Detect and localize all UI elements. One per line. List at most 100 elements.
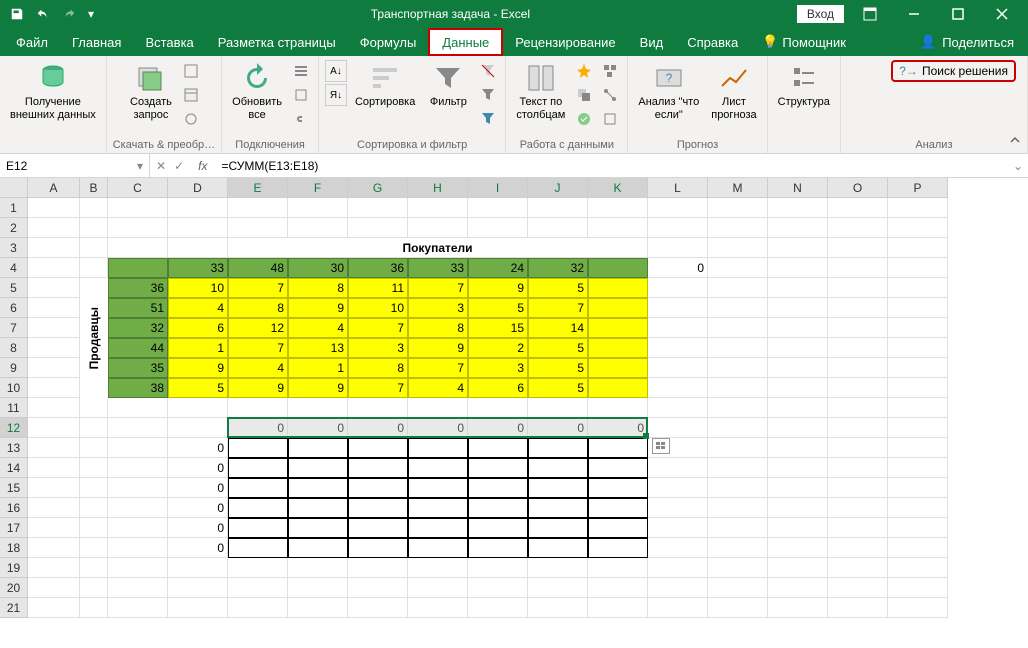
cell-L5[interactable]: [648, 278, 708, 298]
cell-F9[interactable]: 1: [288, 358, 348, 378]
cell-J18[interactable]: [528, 538, 588, 558]
cell-J17[interactable]: [528, 518, 588, 538]
cell-M17[interactable]: [708, 518, 768, 538]
cell-P19[interactable]: [888, 558, 948, 578]
column-header-I[interactable]: I: [468, 178, 528, 198]
cell-P10[interactable]: [888, 378, 948, 398]
cell-D9[interactable]: 9: [168, 358, 228, 378]
cell-L15[interactable]: [648, 478, 708, 498]
cell-I20[interactable]: [468, 578, 528, 598]
row-header-6[interactable]: 6: [0, 298, 28, 318]
cell-M20[interactable]: [708, 578, 768, 598]
cell-I2[interactable]: [468, 218, 528, 238]
cell-A13[interactable]: [28, 438, 80, 458]
remove-duplicates-button[interactable]: [573, 84, 595, 106]
cell-N10[interactable]: [768, 378, 828, 398]
cell-H15[interactable]: [408, 478, 468, 498]
properties-button[interactable]: [290, 84, 312, 106]
cell-M19[interactable]: [708, 558, 768, 578]
cell-C21[interactable]: [108, 598, 168, 618]
cell-H9[interactable]: 7: [408, 358, 468, 378]
name-box[interactable]: ▾: [0, 154, 150, 177]
cell-M14[interactable]: [708, 458, 768, 478]
row-header-2[interactable]: 2: [0, 218, 28, 238]
cell-G11[interactable]: [348, 398, 408, 418]
cell-M9[interactable]: [708, 358, 768, 378]
cell-O12[interactable]: [828, 418, 888, 438]
row-header-14[interactable]: 14: [0, 458, 28, 478]
cell-M13[interactable]: [708, 438, 768, 458]
cell-N14[interactable]: [768, 458, 828, 478]
cell-K4[interactable]: [588, 258, 648, 278]
cell-I7[interactable]: 15: [468, 318, 528, 338]
cell-B14[interactable]: [80, 458, 108, 478]
cell-B17[interactable]: [80, 518, 108, 538]
show-queries-button[interactable]: [180, 60, 202, 82]
cell-J13[interactable]: [528, 438, 588, 458]
cell-G18[interactable]: [348, 538, 408, 558]
cell-E17[interactable]: [228, 518, 288, 538]
column-header-P[interactable]: P: [888, 178, 948, 198]
cell-G7[interactable]: 7: [348, 318, 408, 338]
cell-I10[interactable]: 6: [468, 378, 528, 398]
cell-C5[interactable]: 36: [108, 278, 168, 298]
cell-O6[interactable]: [828, 298, 888, 318]
cell-E16[interactable]: [228, 498, 288, 518]
cell-P20[interactable]: [888, 578, 948, 598]
tab-view[interactable]: Вид: [628, 28, 676, 56]
cell-L21[interactable]: [648, 598, 708, 618]
cell-L1[interactable]: [648, 198, 708, 218]
cell-A11[interactable]: [28, 398, 80, 418]
data-validation-button[interactable]: [573, 108, 595, 130]
cell-H8[interactable]: 9: [408, 338, 468, 358]
cell-M11[interactable]: [708, 398, 768, 418]
row-header-15[interactable]: 15: [0, 478, 28, 498]
cell-I1[interactable]: [468, 198, 528, 218]
cell-B2[interactable]: [80, 218, 108, 238]
cell-H20[interactable]: [408, 578, 468, 598]
cell-B20[interactable]: [80, 578, 108, 598]
cell-H16[interactable]: [408, 498, 468, 518]
cell-N19[interactable]: [768, 558, 828, 578]
sort-button[interactable]: Сортировка: [351, 60, 419, 111]
cell-H1[interactable]: [408, 198, 468, 218]
flash-fill-button[interactable]: [573, 60, 595, 82]
cell-C20[interactable]: [108, 578, 168, 598]
row-header-3[interactable]: 3: [0, 238, 28, 258]
row-header-8[interactable]: 8: [0, 338, 28, 358]
from-table-button[interactable]: [180, 84, 202, 106]
qat-customize-button[interactable]: ▾: [84, 3, 98, 25]
cell-K20[interactable]: [588, 578, 648, 598]
tab-help[interactable]: Справка: [675, 28, 750, 56]
cell-B12[interactable]: [80, 418, 108, 438]
cell-E21[interactable]: [228, 598, 288, 618]
cell-K16[interactable]: [588, 498, 648, 518]
cell-N2[interactable]: [768, 218, 828, 238]
cell-L2[interactable]: [648, 218, 708, 238]
column-header-H[interactable]: H: [408, 178, 468, 198]
cell-A20[interactable]: [28, 578, 80, 598]
cell-J12[interactable]: 0: [528, 418, 588, 438]
forecast-sheet-button[interactable]: Лист прогноза: [707, 60, 760, 124]
cell-G4[interactable]: 36: [348, 258, 408, 278]
row-header-4[interactable]: 4: [0, 258, 28, 278]
cell-E11[interactable]: [228, 398, 288, 418]
cell-M10[interactable]: [708, 378, 768, 398]
tab-review[interactable]: Рецензирование: [503, 28, 627, 56]
cell-P3[interactable]: [888, 238, 948, 258]
cell-L19[interactable]: [648, 558, 708, 578]
cell-P15[interactable]: [888, 478, 948, 498]
row-header-19[interactable]: 19: [0, 558, 28, 578]
cell-P7[interactable]: [888, 318, 948, 338]
cell-G6[interactable]: 10: [348, 298, 408, 318]
cell-A10[interactable]: [28, 378, 80, 398]
cell-O18[interactable]: [828, 538, 888, 558]
cell-O21[interactable]: [828, 598, 888, 618]
row-header-7[interactable]: 7: [0, 318, 28, 338]
cell-E19[interactable]: [228, 558, 288, 578]
cell-F16[interactable]: [288, 498, 348, 518]
cell-B11[interactable]: [80, 398, 108, 418]
what-if-button[interactable]: ? Анализ "что если": [634, 60, 703, 124]
cell-B16[interactable]: [80, 498, 108, 518]
cell-K9[interactable]: [588, 358, 648, 378]
